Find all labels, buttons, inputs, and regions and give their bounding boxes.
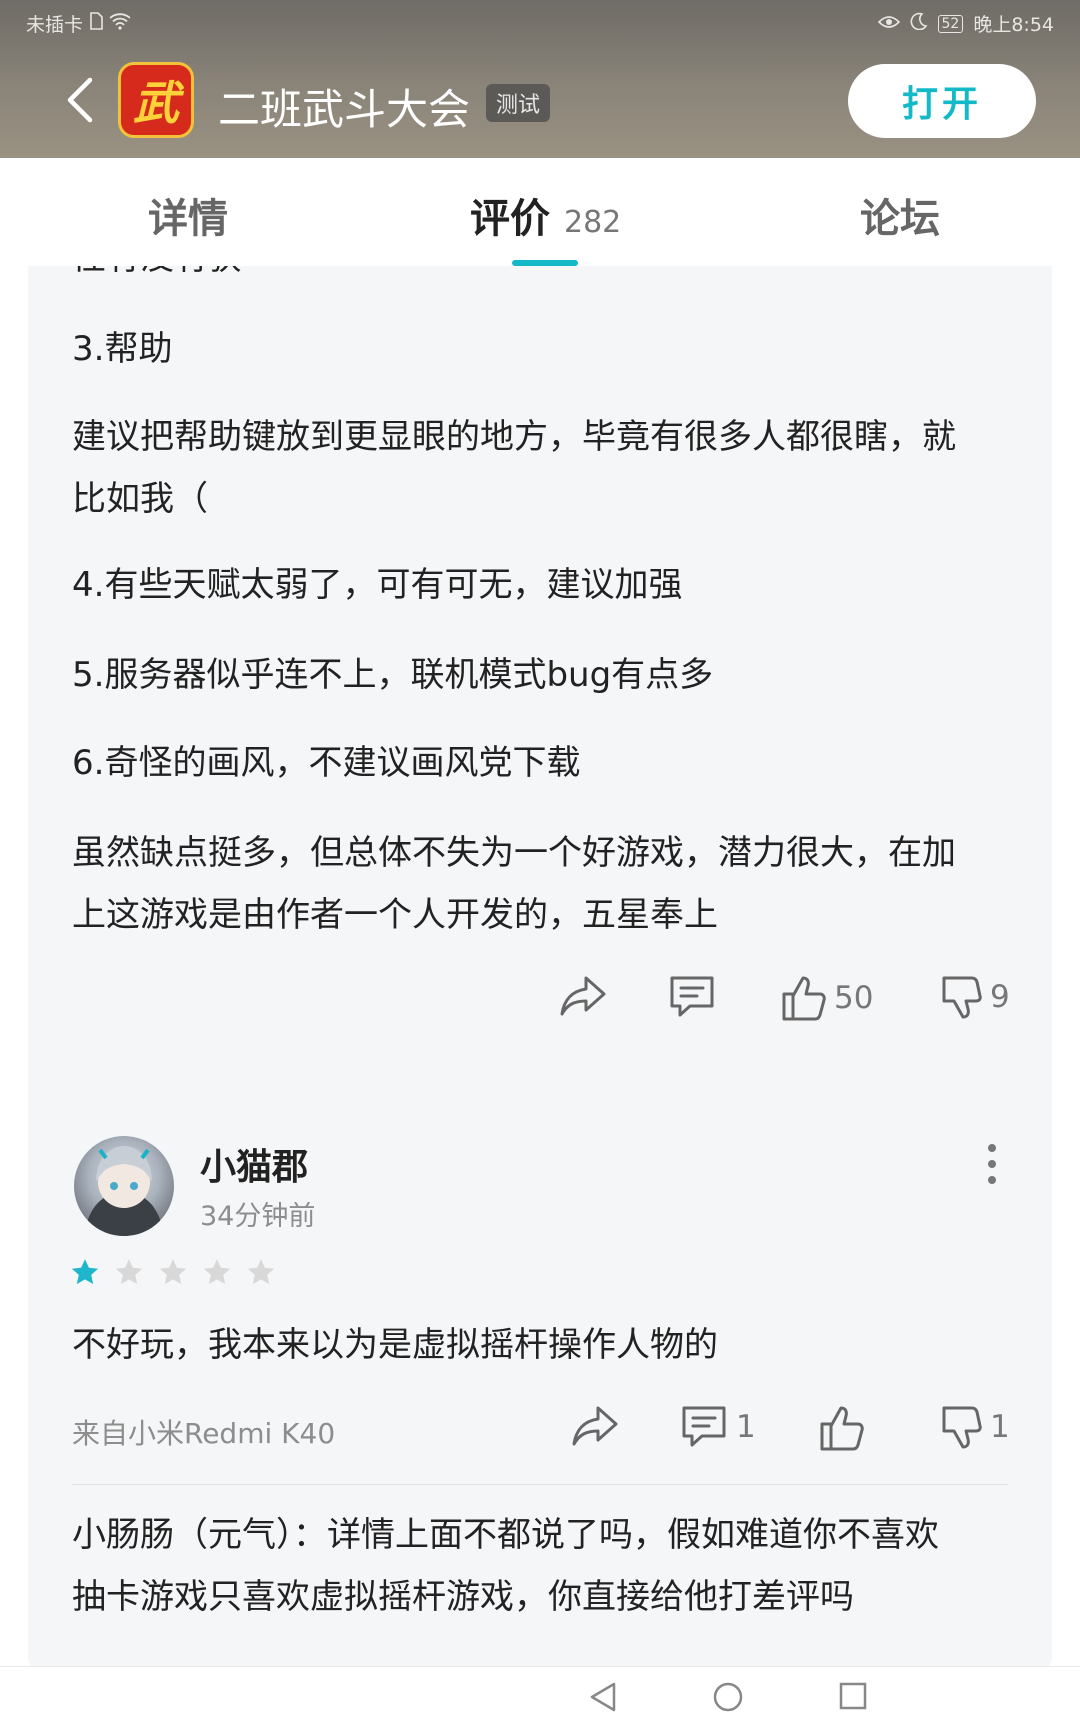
thumbs-up-icon (820, 1406, 864, 1451)
comment-count: 1 (736, 1409, 756, 1445)
star-icon (159, 1259, 187, 1285)
thumbs-down-icon (942, 976, 982, 1019)
review-paragraph: 虽然缺点挺多，但总体不失为一个好游戏，潜力很大，在加上这游戏是由作者一个人开发的… (72, 833, 956, 935)
tab-details[interactable]: 详情 (148, 186, 228, 244)
nav-home-button[interactable] (712, 1681, 744, 1717)
tab-details-label: 详情 (148, 196, 228, 242)
eye-comfort-icon (877, 13, 900, 35)
review-text-partial: 性有没有获 (72, 266, 242, 279)
review-time: 34分钟前 (200, 1201, 316, 1232)
wifi-icon (109, 12, 131, 35)
share-button[interactable] (570, 1404, 620, 1450)
thumbs-up-icon (782, 976, 826, 1021)
share-button[interactable] (558, 974, 608, 1020)
nav-recents-button[interactable] (838, 1681, 868, 1715)
avatar[interactable] (74, 1136, 174, 1236)
review-count: 282 (564, 205, 622, 240)
review-paragraph: 5.服务器似乎连不上，联机模式bug有点多 (72, 655, 714, 695)
share-icon (560, 976, 606, 1016)
review-paragraph: 6.奇怪的画风，不建议画风党下载 (72, 743, 581, 783)
username[interactable]: 小猫郡 (200, 1138, 308, 1190)
square-recents-icon (839, 1682, 867, 1710)
circle-home-icon (713, 1682, 743, 1712)
thumbs-down-icon (942, 1406, 982, 1449)
back-button[interactable] (62, 72, 102, 128)
review-text: 不好玩，我本来以为是虚拟摇杆操作人物的 (72, 1325, 718, 1365)
system-nav-bar (0, 1666, 1080, 1729)
moon-icon (910, 12, 928, 35)
like-button[interactable]: 50 (780, 974, 873, 1022)
app-title: 二班武斗大会 (218, 85, 471, 134)
nav-back-button[interactable] (588, 1681, 618, 1717)
divider (72, 1484, 1008, 1485)
star-rating (70, 1258, 276, 1286)
like-button[interactable] (818, 1404, 864, 1452)
review-paragraph: 3.帮助 (72, 329, 173, 369)
share-icon (572, 1406, 618, 1446)
tab-bar: 详情 评价 282 论坛 (0, 158, 1080, 266)
reviews-list[interactable]: 性有没有获 3.帮助 建议把帮助键放到更显眼的地方，毕竟有很多人都很瞎，就比如我… (0, 266, 1080, 1666)
star-icon (71, 1259, 99, 1285)
more-options-button[interactable] (982, 1142, 1002, 1186)
clock: 晚上8:54 (973, 14, 1054, 36)
comment-icon (682, 1406, 726, 1447)
test-badge: 测试 (486, 84, 551, 122)
tab-forum-label: 论坛 (860, 196, 940, 242)
comment-button[interactable]: 1 (680, 1404, 756, 1450)
like-count: 50 (834, 980, 874, 1016)
device-label: 来自小米Redmi K40 (72, 1417, 336, 1450)
dislike-button[interactable]: 9 (940, 974, 1010, 1020)
review-paragraph: 4.有些天赋太弱了，可有可无，建议加强 (72, 565, 683, 605)
comment-icon (670, 976, 714, 1017)
dislike-count: 9 (990, 979, 1010, 1015)
star-icon (247, 1259, 275, 1285)
status-bar: 未插卡 52 晚上8:54 (26, 8, 1054, 38)
carrier-label: 未插卡 (26, 14, 84, 36)
comment-button[interactable] (668, 974, 716, 1020)
review-paragraph: 建议把帮助键放到更显眼的地方，毕竟有很多人都很瞎，就比如我（ (72, 417, 956, 519)
battery-indicator: 52 (937, 14, 964, 33)
star-icon (203, 1259, 231, 1285)
star-icon (115, 1259, 143, 1285)
dislike-button[interactable]: 1 (940, 1404, 1010, 1450)
more-vertical-icon (988, 1144, 996, 1184)
reply-text[interactable]: 小肠肠（元气）：详情上面不都说了吗，假如难道你不喜欢抽卡游戏只喜欢虚拟摇杆游戏，… (72, 1504, 972, 1628)
tab-reviews[interactable]: 评价 282 (470, 186, 621, 244)
tab-forum[interactable]: 论坛 (860, 186, 940, 244)
sim-icon (89, 12, 103, 35)
tab-reviews-label: 评价 (470, 196, 550, 242)
triangle-back-icon (590, 1682, 616, 1712)
dislike-count: 1 (990, 1409, 1010, 1445)
app-header: 未插卡 52 晚上8:54 武 二班武斗大会 测试 打开 (0, 0, 1080, 158)
app-logo: 武 (118, 62, 194, 138)
open-button[interactable]: 打开 (848, 64, 1036, 138)
